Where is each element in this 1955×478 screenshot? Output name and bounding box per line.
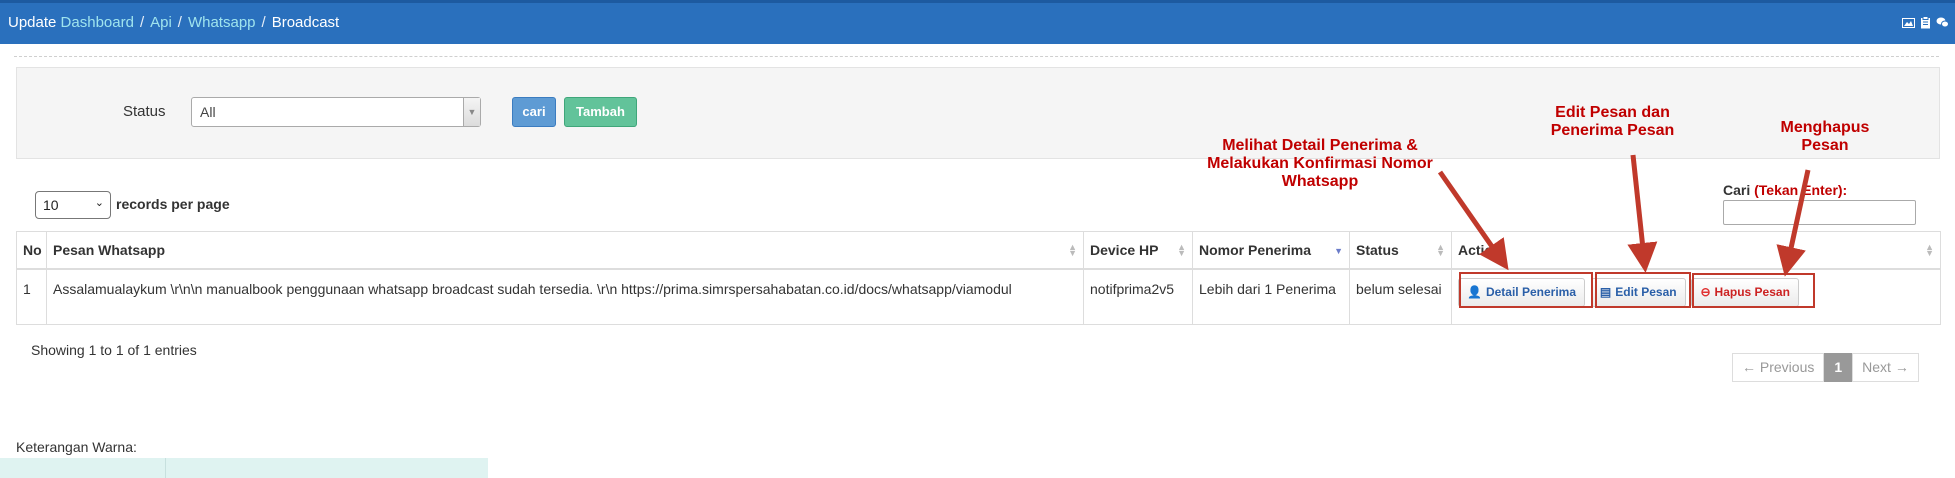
- status-select-value: All: [200, 104, 216, 120]
- image-icon[interactable]: [1902, 16, 1915, 29]
- records-per-page-label: records per page: [116, 196, 230, 212]
- records-per-page-value: 10: [43, 197, 59, 213]
- next-page-button[interactable]: Next →: [1852, 353, 1919, 382]
- showing-entries: Showing 1 to 1 of 1 entries: [31, 342, 197, 358]
- search-label-text: Cari: [1723, 182, 1751, 198]
- sort-icon: ▲ ▼: [1436, 242, 1445, 258]
- cell-device: notifprima2v5: [1083, 268, 1193, 325]
- annotation-edit: Edit Pesan dan Penerima Pesan: [1550, 104, 1675, 139]
- highlight-hapus-button: [1692, 273, 1815, 308]
- cell-penerima: Lebih dari 1 Penerima: [1192, 268, 1350, 325]
- sort-icon: ▲ ▼: [1068, 242, 1077, 258]
- search-label: Cari (Tekan Enter):: [1723, 182, 1847, 198]
- legend-divider: [165, 458, 166, 478]
- pagination: ← Previous 1 Next →: [1732, 353, 1919, 382]
- chat-icon[interactable]: [1936, 16, 1949, 29]
- color-legend-table: [0, 458, 488, 478]
- column-header-action[interactable]: Action ▲ ▼: [1451, 231, 1941, 270]
- clipboard-icon[interactable]: [1919, 16, 1932, 29]
- breadcrumb-separator: /: [139, 14, 145, 31]
- sort-desc-icon: ▼: [1334, 246, 1343, 256]
- cell-pesan: Assalamualaykum \r\n\n manualbook penggu…: [46, 268, 1084, 325]
- search-input[interactable]: [1723, 200, 1916, 225]
- cari-button[interactable]: cari: [512, 97, 556, 127]
- status-label: Status: [123, 103, 166, 120]
- previous-page-button[interactable]: ← Previous: [1732, 353, 1825, 382]
- sort-icon: ▲ ▼: [1925, 242, 1934, 258]
- color-legend-label: Keterangan Warna:: [16, 439, 137, 455]
- column-header-penerima[interactable]: Nomor Penerima ▼: [1192, 231, 1350, 270]
- breadcrumb-dashboard[interactable]: Dashboard: [61, 14, 134, 31]
- chevron-down-icon: ⌄: [94, 197, 104, 209]
- search-hint: (Tekan Enter):: [1754, 182, 1848, 198]
- breadcrumb-api[interactable]: Api: [150, 14, 172, 31]
- top-bar: Update Dashboard / Api / Whatsapp / Broadcast: [0, 0, 1955, 44]
- highlight-edit-button: [1595, 272, 1691, 308]
- cell-status: belum selesai: [1349, 268, 1452, 325]
- highlight-detail-button: [1459, 272, 1593, 308]
- status-select[interactable]: All ▼: [191, 97, 481, 127]
- cell-no: 1: [16, 268, 47, 325]
- breadcrumb-lead: Update: [8, 14, 57, 31]
- sort-icon: ▲ ▼: [1177, 242, 1186, 258]
- column-header-status[interactable]: Status ▲ ▼: [1349, 231, 1452, 270]
- tambah-button[interactable]: Tambah: [564, 97, 637, 127]
- breadcrumb: Update Dashboard / Api / Whatsapp / Broadcast: [8, 14, 339, 31]
- divider: [14, 56, 1939, 57]
- breadcrumb-separator: /: [261, 14, 266, 31]
- column-header-device[interactable]: Device HP ▲ ▼: [1083, 231, 1193, 270]
- table-header-row: No Pesan Whatsapp ▲ ▼ Device HP ▲ ▼ Nomor Pe…: [16, 231, 1941, 270]
- breadcrumb-whatsapp[interactable]: Whatsapp: [188, 14, 256, 31]
- column-header-no[interactable]: No: [16, 231, 47, 270]
- page-1-button[interactable]: 1: [1824, 353, 1853, 382]
- chevron-down-icon: ▼: [463, 98, 480, 126]
- breadcrumb-current: Broadcast: [271, 14, 340, 31]
- records-per-page-select[interactable]: 10 ⌄: [35, 191, 111, 219]
- annotation-detail: Melihat Detail Penerima & Melakukan Konf…: [1207, 137, 1433, 190]
- annotation-hapus: Menghapus Pesan: [1780, 119, 1870, 154]
- breadcrumb-separator: /: [177, 14, 182, 31]
- header-icons: [1902, 16, 1949, 29]
- column-header-pesan[interactable]: Pesan Whatsapp ▲ ▼: [46, 231, 1084, 270]
